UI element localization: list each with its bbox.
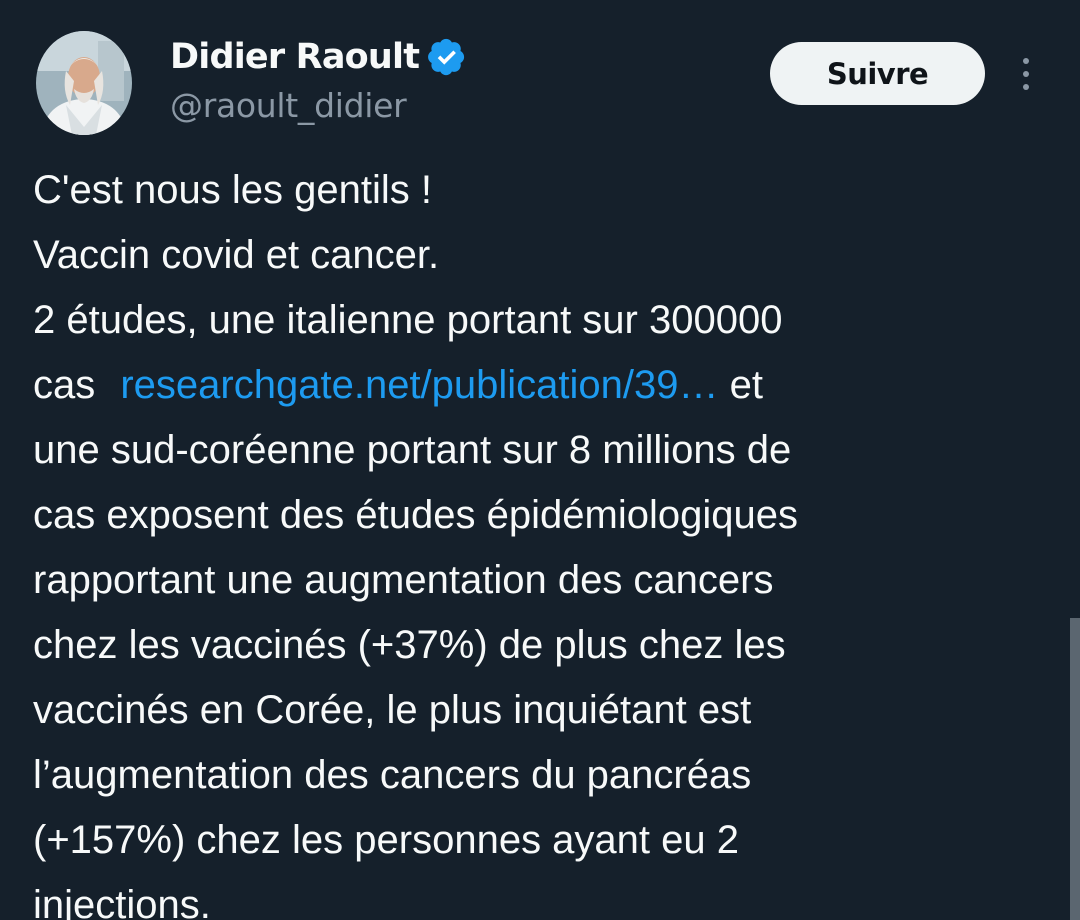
tweet-line: cas exposent des études épidémiologiques (33, 493, 798, 537)
tweet-line: cas researchgate.net/publication/39… et (33, 353, 1053, 418)
tweet-text-segment: et (718, 363, 764, 407)
tweet-line: chez les vaccinés (+37%) de plus chez le… (33, 623, 786, 667)
researchgate-link[interactable]: researchgate.net/publication/39… (120, 363, 718, 407)
avatar[interactable] (36, 31, 132, 135)
tweet-line: (+157%) chez les personnes ayant eu 2 (33, 818, 739, 862)
author-handle[interactable]: @raoult_didier (170, 86, 407, 125)
author-name[interactable]: Didier Raoult (170, 37, 420, 77)
more-vertical-icon[interactable] (1014, 56, 1038, 92)
avatar-image (36, 31, 132, 135)
scrollbar[interactable] (1070, 618, 1080, 920)
tweet-line: rapportant une augmentation des cancers (33, 558, 774, 602)
tweet-line: l’augmentation des cancers du pancréas (33, 753, 752, 797)
tweet-line: une sud-coréenne portant sur 8 millions … (33, 428, 792, 472)
tweet-line: Vaccin covid et cancer. (33, 233, 440, 277)
tweet-text-segment: cas (33, 363, 107, 407)
tweet-text: C'est nous les gentils ! Vaccin covid et… (33, 158, 1053, 920)
tweet-line: C'est nous les gentils ! (33, 168, 432, 212)
author-name-row: Didier Raoult (170, 33, 467, 81)
tweet-line: 2 études, une italienne portant sur 3000… (33, 298, 783, 342)
tweet-line: vaccinés en Corée, le plus inquiétant es… (33, 688, 752, 732)
tweet-line: injections. (33, 883, 211, 920)
follow-button[interactable]: Suivre (770, 42, 985, 105)
verified-badge-icon[interactable] (427, 37, 467, 77)
